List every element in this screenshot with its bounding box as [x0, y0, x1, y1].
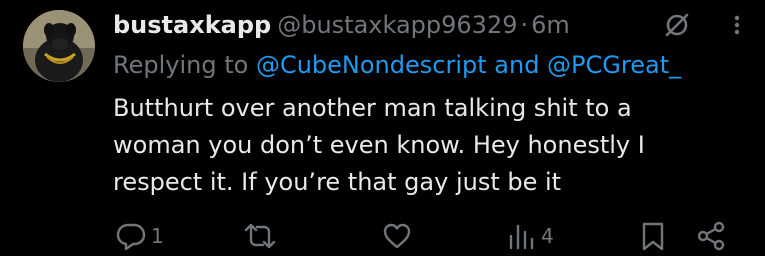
tweet-text-line: woman you don’t even know. Hey honestly … [113, 131, 645, 159]
timestamp[interactable]: 6m [531, 11, 570, 39]
action-bar: 1 4 [113, 218, 753, 254]
reply-icon [116, 223, 146, 251]
separator-dot: · [520, 11, 529, 39]
avatar[interactable] [23, 10, 95, 82]
views-icon [509, 224, 534, 250]
tweet-text: Butthurt over another man talking shit t… [113, 90, 753, 201]
tweet[interactable]: bustaxkapp @bustaxkapp96329 · 6m Replying t… [0, 0, 765, 256]
bookmark-icon [642, 222, 664, 251]
avatar-image [23, 10, 95, 82]
reply-mentions[interactable]: @CubeNondescript and @PCGreat_ [256, 51, 681, 79]
share-icon [697, 221, 725, 251]
retweet-button[interactable] [243, 218, 281, 254]
reply-count: 1 [151, 224, 164, 248]
user-handle[interactable]: @bustaxkapp96329 [277, 11, 517, 39]
more-icon[interactable] [725, 10, 749, 40]
reply-button[interactable]: 1 [115, 218, 164, 254]
replying-to-label: Replying to [113, 51, 249, 79]
tweet-text-line: Butthurt over another man talking shit t… [113, 94, 632, 122]
replying-to: Replying to @CubeNondescript and @PCGrea… [113, 48, 753, 82]
views-button[interactable]: 4 [507, 218, 554, 254]
share-button[interactable] [695, 218, 727, 254]
like-icon [383, 223, 411, 249]
views-count: 4 [541, 224, 554, 248]
display-name[interactable]: bustaxkapp [113, 11, 271, 39]
retweet-icon [244, 223, 276, 249]
grok-icon[interactable] [662, 10, 692, 40]
tweet-text-line: respect it. If you’re that gay just be i… [113, 168, 562, 196]
tweet-header: bustaxkapp @bustaxkapp96329 · 6m [113, 8, 753, 42]
like-button[interactable] [381, 218, 417, 254]
bookmark-button[interactable] [639, 218, 667, 254]
